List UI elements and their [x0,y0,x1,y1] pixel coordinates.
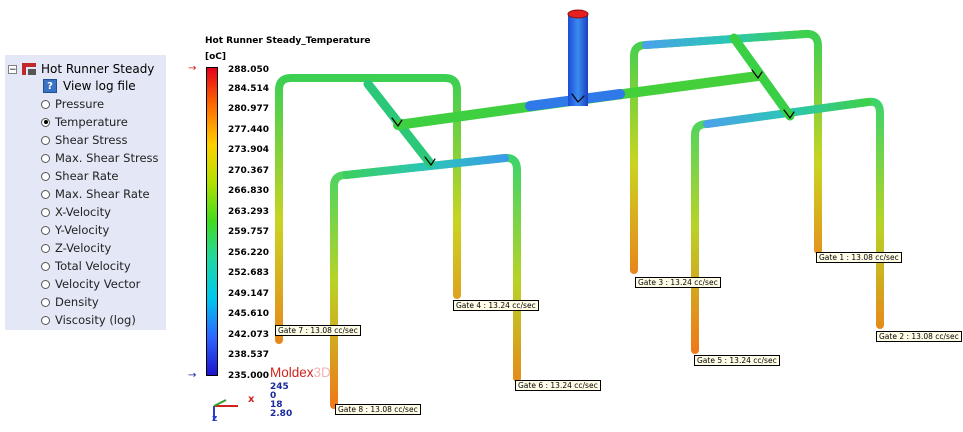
option-label: X-Velocity [55,205,111,219]
view-log-label: View log file [63,79,136,93]
max-arrow-icon: → [188,63,197,74]
legend-tick: 238.537 [228,350,269,360]
radio-icon[interactable] [41,117,50,127]
sprue [568,14,588,106]
option-label: Y-Velocity [55,223,110,237]
radio-icon[interactable] [41,243,50,253]
axis-z-label: z [212,414,217,422]
legend-tick: 256.220 [228,248,269,258]
radio-icon[interactable] [41,99,50,109]
legend-tick: 280.977 [228,104,269,114]
legend-color-bar [206,67,218,376]
legend-tick: 235.000 [228,371,269,381]
radio-icon[interactable] [41,315,50,325]
hot-runner-icon [22,63,36,75]
option-temperature[interactable]: Temperature [41,113,128,131]
option-max-shear-stress[interactable]: Max. Shear Stress [41,149,159,167]
option-label: Max. Shear Rate [55,187,150,201]
option-density[interactable]: Density [41,293,99,311]
runner-right-back [630,29,822,274]
option-y-velocity[interactable]: Y-Velocity [41,221,109,239]
view-info-scale: 2.80 [270,409,293,419]
option-z-velocity[interactable]: Z-Velocity [41,239,111,257]
tree-root-item[interactable]: − Hot Runner Steady [8,61,154,77]
radio-icon[interactable] [41,189,50,199]
option-label: Temperature [55,115,128,129]
option-label: Pressure [55,97,105,111]
option-label: Density [55,295,99,309]
option-total-velocity[interactable]: Total Velocity [41,257,131,275]
legend-tick: 245.610 [228,309,269,319]
runner-right-front [691,97,884,354]
gate-label-6[interactable]: Gate 6 : 13.24 cc/sec [515,380,601,391]
option-x-velocity[interactable]: X-Velocity [41,203,111,221]
collapse-icon[interactable]: − [8,64,17,74]
legend-tick: 263.293 [228,207,269,217]
option-max-shear-rate[interactable]: Max. Shear Rate [41,185,150,203]
gate-label-1[interactable]: Gate 1 : 13.08 cc/sec [816,252,902,263]
moldex3d-logo: Moldex3D [270,365,331,380]
radio-icon[interactable] [41,225,50,235]
radio-icon[interactable] [41,171,50,181]
option-label: Viscosity (log) [55,313,136,327]
gate-label-7[interactable]: Gate 7 : 13.08 cc/sec [275,325,361,336]
legend-unit: [oC] [205,52,227,62]
option-viscosity-log[interactable]: Viscosity (log) [41,311,136,329]
view-log-item[interactable]: ? View log file [43,77,136,95]
legend-tick: 249.147 [228,289,269,299]
option-pressure[interactable]: Pressure [41,95,104,113]
legend-tick: 284.514 [228,84,269,94]
option-velocity-vector[interactable]: Velocity Vector [41,275,140,293]
min-arrow-icon: → [188,370,197,381]
legend-tick: 270.367 [228,166,269,176]
legend-tick: 242.073 [228,330,269,340]
radio-icon[interactable] [41,279,50,289]
legend-tick: 277.440 [228,125,269,135]
legend-tick: 288.050 [228,65,269,75]
legend-tick: 266.830 [228,186,269,196]
option-shear-rate[interactable]: Shear Rate [41,167,118,185]
legend-tick: 252.683 [228,268,269,278]
help-icon: ? [43,79,57,93]
option-label: Velocity Vector [55,277,141,291]
tree-root-label: Hot Runner Steady [41,62,155,76]
radio-icon[interactable] [41,135,50,145]
option-shear-stress[interactable]: Shear Stress [41,131,127,149]
radio-icon[interactable] [41,297,50,307]
axis-triad-icon: x z [212,394,255,422]
legend-tick: 259.757 [228,227,269,237]
option-label: Max. Shear Stress [55,151,159,165]
axis-x-label: x [248,394,255,405]
option-label: Total Velocity [55,259,131,273]
runner-left-front [330,153,521,409]
gate-label-4[interactable]: Gate 4 : 13.24 cc/sec [453,300,539,311]
gate-label-5[interactable]: Gate 5 : 13.24 cc/sec [694,355,780,366]
radio-icon[interactable] [41,153,50,163]
legend-tick: 273.904 [228,145,269,155]
option-label: Shear Rate [55,169,119,183]
gate-label-3[interactable]: Gate 3 : 13.24 cc/sec [635,277,721,288]
gate-label-2[interactable]: Gate 2 : 13.08 cc/sec [876,331,962,342]
option-label: Shear Stress [55,133,128,147]
gate-label-8[interactable]: Gate 8 : 13.08 cc/sec [335,404,421,415]
legend-title: Hot Runner Steady_Temperature [205,36,371,46]
radio-icon[interactable] [41,261,50,271]
radio-icon[interactable] [41,207,50,217]
option-label: Z-Velocity [55,241,112,255]
result-tree-panel: − Hot Runner Steady ? View log file Pres… [5,55,166,330]
